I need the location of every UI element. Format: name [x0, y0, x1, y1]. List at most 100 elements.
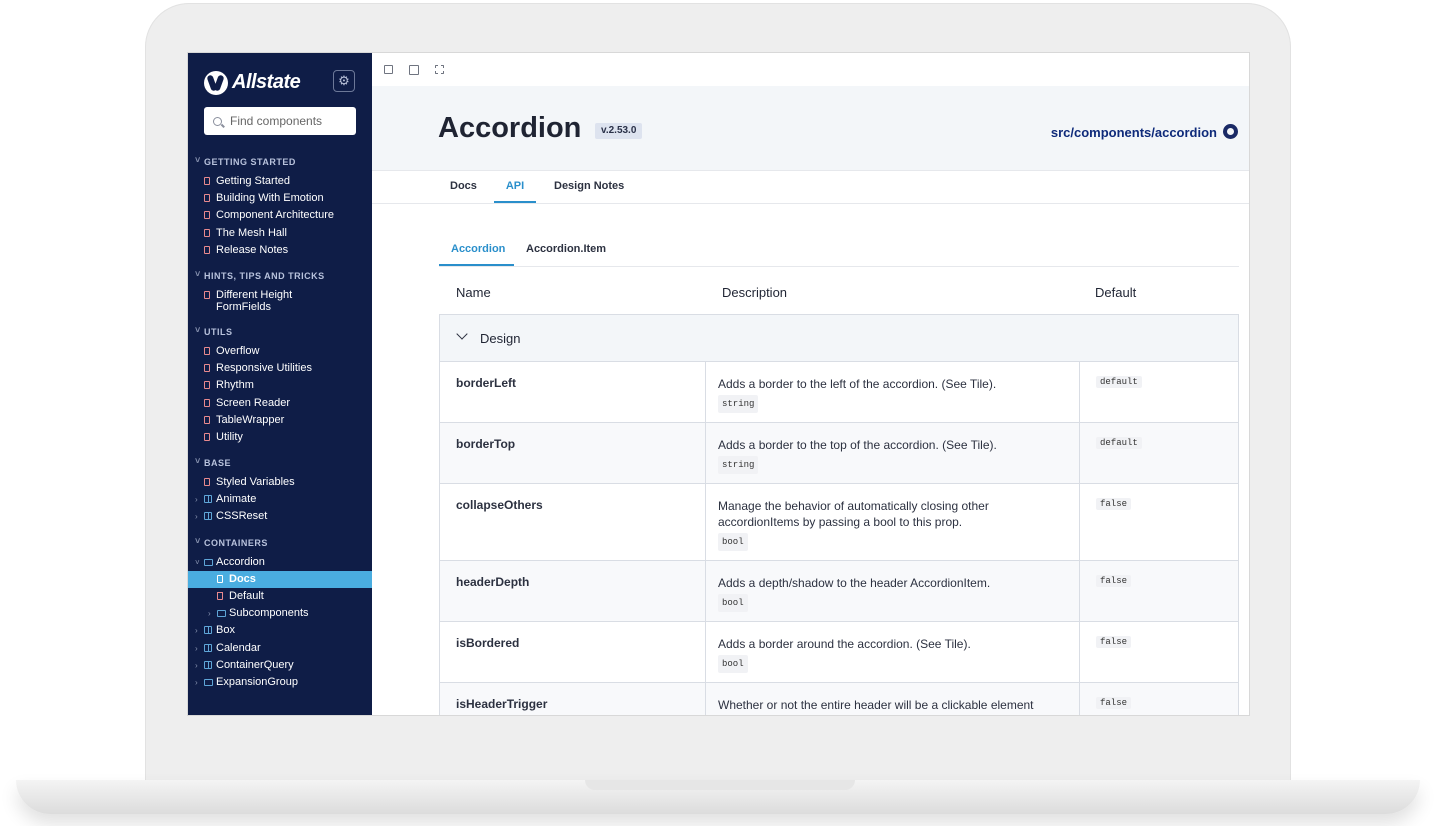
caret-right-icon: › — [195, 626, 198, 636]
document-icon — [204, 364, 210, 373]
caret-right-icon: › — [208, 609, 211, 619]
nav-group-getting-started: GETTING STARTED Getting Started Building… — [188, 153, 372, 259]
prop-name: headerDepth — [456, 575, 530, 589]
prop-description: Adds a border to the left of the accordi… — [718, 377, 997, 391]
nav-group-title[interactable]: HINTS, TIPS AND TRICKS — [188, 267, 372, 283]
caret-right-icon: › — [195, 677, 198, 687]
nav-group-title[interactable]: CONTAINERS — [188, 534, 372, 550]
table-row: isBordered Adds a border around the acco… — [439, 622, 1239, 683]
page-header: Accordion v.2.53.0 src/components/accord… — [372, 86, 1249, 171]
nav-group-base: BASE Styled Variables ›Animate ›CSSReset — [188, 454, 372, 526]
nav-group-hints: HINTS, TIPS AND TRICKS Different Height … — [188, 267, 372, 315]
sidebar-item-component-architecture[interactable]: Component Architecture — [188, 207, 372, 224]
nav-group-containers: CONTAINERS ˅Accordion Docs Default ›Subc… — [188, 534, 372, 692]
github-icon[interactable] — [1223, 124, 1238, 139]
search-input[interactable] — [230, 107, 352, 135]
document-icon — [217, 574, 223, 583]
main-content: Accordion v.2.53.0 src/components/accord… — [372, 53, 1249, 715]
table-row: borderTop Adds a border to the top of th… — [439, 423, 1239, 484]
sidebar-item-styled-variables[interactable]: Styled Variables — [188, 474, 372, 491]
sidebar-item-subcomponents[interactable]: › Subcomponents — [188, 605, 372, 622]
table-group-design[interactable]: Design — [439, 314, 1239, 362]
tab-design-notes[interactable]: Design Notes — [550, 171, 628, 203]
sidebar-item-different-height-formfields[interactable]: Different Height FormFields — [188, 287, 326, 315]
caret-right-icon: › — [195, 512, 198, 522]
prop-name: isBordered — [456, 636, 520, 650]
document-icon — [204, 432, 210, 441]
document-icon — [204, 381, 210, 390]
sidebar-item-building-with-emotion[interactable]: Building With Emotion — [188, 190, 372, 207]
search-box[interactable] — [204, 107, 356, 135]
document-icon — [204, 346, 210, 355]
page-title: Accordion — [438, 112, 582, 144]
sidebar-item-overflow[interactable]: Overflow — [188, 343, 372, 360]
subtab-accordion[interactable]: Accordion — [439, 234, 514, 266]
gear-icon: ⚙ — [338, 73, 350, 88]
sidebar-item-accordion[interactable]: ˅ Accordion — [188, 554, 372, 571]
sidebar-item-docs[interactable]: Docs — [188, 570, 372, 588]
group-name: Design — [480, 331, 521, 346]
sidebar-item-responsive-utilities[interactable]: Responsive Utilities — [188, 360, 372, 377]
sidebar-item-mesh-hall[interactable]: The Mesh Hall — [188, 225, 372, 242]
prop-default: false — [1096, 636, 1132, 648]
component-icon — [204, 512, 212, 521]
subtab-bar: Accordion Accordion.Item — [439, 234, 1239, 267]
prop-type: bool — [718, 655, 748, 673]
sidebar-item-calendar[interactable]: › Calendar — [188, 640, 372, 657]
document-icon — [204, 228, 210, 237]
nav-group-title[interactable]: GETTING STARTED — [188, 153, 372, 169]
nav-group-title[interactable]: BASE — [188, 454, 372, 470]
component-icon — [204, 626, 212, 635]
document-icon — [204, 290, 210, 299]
props-table: Design borderLeft Adds a border to the l… — [439, 314, 1239, 715]
search-icon — [213, 117, 222, 126]
prop-type: bool — [718, 594, 748, 612]
sidebar-item-cssreset[interactable]: › CSSReset — [188, 508, 372, 525]
sidebar-item-containerquery[interactable]: › ContainerQuery — [188, 657, 372, 674]
prop-default: default — [1096, 376, 1142, 388]
outline-icon[interactable] — [435, 65, 444, 74]
image-icon[interactable] — [384, 65, 393, 74]
sidebar-item-animate[interactable]: › Animate — [188, 491, 372, 508]
prop-description: Adds a border around the accordion. (See… — [718, 637, 971, 651]
version-badge: v.2.53.0 — [595, 123, 643, 139]
sidebar-item-release-notes[interactable]: Release Notes — [188, 242, 372, 259]
table-row: headerDepth Adds a depth/shadow to the h… — [439, 561, 1239, 622]
caret-right-icon: › — [195, 643, 198, 653]
sidebar-item-expansiongroup[interactable]: › ExpansionGroup — [188, 674, 372, 691]
table-row: isHeaderTrigger Whether or not the entir… — [439, 683, 1239, 715]
nav-group-utils: UTILS Overflow Responsive Utilities Rhyt… — [188, 323, 372, 446]
tab-docs[interactable]: Docs — [446, 171, 481, 203]
document-icon — [204, 398, 210, 407]
subtab-accordion-item[interactable]: Accordion.Item — [514, 234, 618, 266]
sidebar-item-utility[interactable]: Utility — [188, 429, 372, 446]
table-row: borderLeft Adds a border to the left of … — [439, 362, 1239, 423]
prop-type: string — [718, 456, 759, 474]
table-row: collapseOthers Manage the behavior of au… — [439, 484, 1239, 561]
nav-group-title[interactable]: UTILS — [188, 323, 372, 339]
settings-button[interactable]: ⚙ — [333, 70, 355, 92]
laptop-notch — [585, 780, 855, 790]
sidebar-nav: GETTING STARTED Getting Started Building… — [188, 149, 372, 701]
document-icon — [204, 194, 210, 203]
prop-name: borderLeft — [456, 376, 516, 390]
document-icon — [204, 211, 210, 220]
sidebar-item-default[interactable]: Default — [188, 588, 372, 605]
sidebar-item-screen-reader[interactable]: Screen Reader — [188, 395, 372, 412]
folder-icon — [204, 558, 213, 566]
logo-text: Allstate — [232, 71, 301, 93]
prop-name: borderTop — [456, 437, 516, 451]
source-link[interactable]: src/components/accordion — [1051, 125, 1217, 140]
tab-api[interactable]: API — [494, 171, 536, 203]
sidebar-item-tablewrapper[interactable]: TableWrapper — [188, 412, 372, 429]
column-header-default: Default — [1095, 285, 1137, 300]
caret-right-icon: › — [195, 660, 198, 670]
grid-icon[interactable] — [409, 65, 419, 75]
sidebar-item-getting-started[interactable]: Getting Started — [188, 173, 372, 190]
sidebar-item-rhythm[interactable]: Rhythm — [188, 377, 372, 394]
sidebar-item-box[interactable]: › Box — [188, 622, 372, 639]
component-icon — [204, 660, 212, 669]
prop-default: false — [1096, 697, 1132, 709]
document-icon — [204, 245, 210, 254]
folder-icon — [204, 678, 213, 686]
